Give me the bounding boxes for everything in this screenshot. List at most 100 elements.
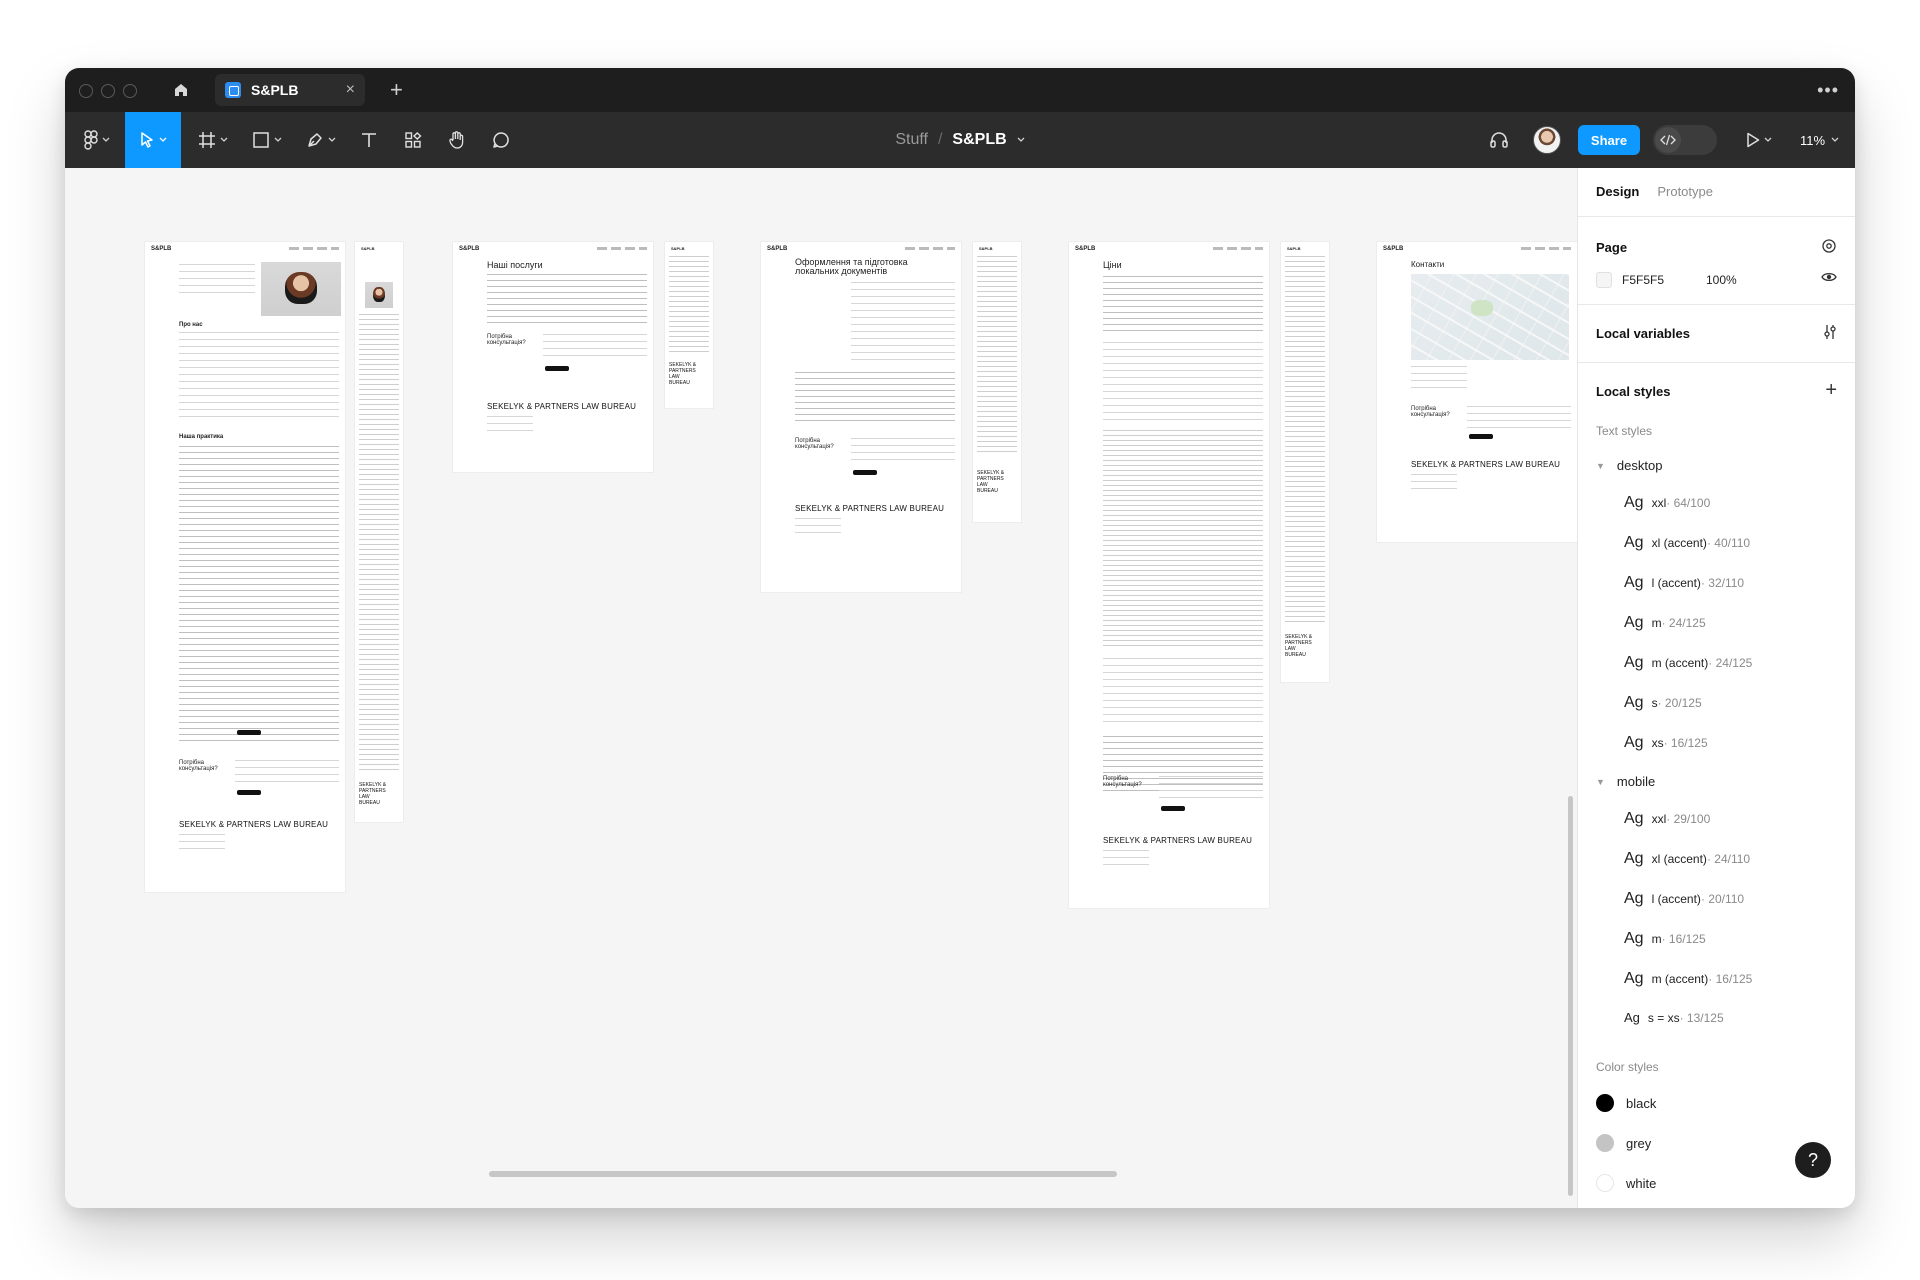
text-style-spec: · 29/100 xyxy=(1666,812,1711,826)
text-style-row[interactable]: Ag xs · 16/125 xyxy=(1624,734,1708,752)
breadcrumb-file[interactable]: S&PLB xyxy=(952,131,1006,149)
new-tab-button[interactable]: + xyxy=(390,74,403,106)
dev-mode-toggle[interactable] xyxy=(1653,125,1717,155)
style-group-desktop[interactable]: ▼ desktop xyxy=(1596,458,1662,473)
frame-documents-desktop[interactable]: S&PLB Оформлення та підготовка локальних… xyxy=(761,242,961,592)
frame-logo: S&PLB xyxy=(1287,246,1301,251)
page-color-swatch[interactable] xyxy=(1596,272,1612,288)
text-style-row[interactable]: Ag m (accent) · 24/125 xyxy=(1624,654,1752,672)
frame-nav xyxy=(597,247,647,250)
frame-prices-mobile[interactable]: S&PLB SEKELYK & PARTNERS LAW BUREAU xyxy=(1281,242,1329,682)
page-color-value[interactable]: F5F5F5 xyxy=(1622,273,1706,287)
share-button[interactable]: Share xyxy=(1578,125,1640,155)
more-icon[interactable]: ••• xyxy=(1817,74,1839,106)
page-color-row[interactable]: F5F5F5 100% xyxy=(1596,272,1737,288)
help-button[interactable]: ? xyxy=(1795,1142,1831,1178)
styles-icon[interactable] xyxy=(1821,238,1837,259)
chevron-down-icon xyxy=(1764,137,1772,142)
canvas[interactable]: S&PLB Про нас Наша практика Потрібна кон… xyxy=(65,168,1577,1208)
plus-icon[interactable]: + xyxy=(1825,380,1837,400)
play-icon xyxy=(1747,132,1760,148)
color-style-row[interactable]: black xyxy=(1596,1094,1656,1112)
text-style-row[interactable]: Ag m · 24/125 xyxy=(1624,614,1706,632)
code-icon xyxy=(1655,127,1681,153)
text-styles-title: Text styles xyxy=(1596,424,1653,438)
text-style-name: xxl xyxy=(1651,496,1667,510)
frame-contacts-desktop[interactable]: S&PLB Контакти Потрібна консультація? SE… xyxy=(1377,242,1577,542)
local-variables-title[interactable]: Local variables xyxy=(1596,326,1690,341)
page-opacity-value[interactable]: 100% xyxy=(1706,273,1737,287)
color-style-row[interactable]: grey xyxy=(1596,1134,1651,1152)
vertical-scrollbar[interactable] xyxy=(1568,796,1573,1196)
text-style-name: xl (accent) xyxy=(1651,536,1707,550)
text-style-row[interactable]: Ag xxl · 64/100 xyxy=(1624,494,1710,512)
close-tab-icon[interactable]: × xyxy=(346,81,355,99)
tab-prototype[interactable]: Prototype xyxy=(1657,184,1713,199)
text-style-row[interactable]: Ag m · 16/125 xyxy=(1624,930,1706,948)
frame-section-title: Потрібна консультація? xyxy=(179,760,218,772)
text-style-preview: Ag xyxy=(1624,534,1644,551)
file-tab[interactable]: S&PLB × xyxy=(215,74,365,106)
home-icon[interactable] xyxy=(167,76,195,104)
window-zoom-control[interactable] xyxy=(123,84,137,98)
text-style-spec: · 24/110 xyxy=(1706,852,1751,866)
text-style-row[interactable]: Ag s = xs · 13/125 xyxy=(1624,1010,1724,1025)
frame-section-title: Наші послуги xyxy=(487,260,543,270)
frame-brand-name: SEKELYK & PARTNERS LAW BUREAU xyxy=(1411,460,1561,469)
frame-about-mobile[interactable]: S&PLB SEKELYK & PARTNERS LAW BUREAU xyxy=(355,242,403,822)
frame-section-title: Ціни xyxy=(1103,260,1122,270)
frame-services-mobile[interactable]: S&PLB SEKELYK & PARTNERS LAW BUREAU xyxy=(665,242,713,408)
breadcrumb-project[interactable]: Stuff xyxy=(895,131,928,149)
frame-nav xyxy=(1213,247,1263,250)
frame-documents-mobile[interactable]: S&PLB SEKELYK & PARTNERS LAW BUREAU xyxy=(973,242,1021,522)
frame-services-desktop[interactable]: S&PLB Наші послуги Потрібна консультація… xyxy=(453,242,653,472)
text-style-row[interactable]: Ag xl (accent) · 24/110 xyxy=(1624,850,1750,868)
text-style-spec: · 13/125 xyxy=(1679,1011,1724,1025)
window-close-control[interactable] xyxy=(79,84,93,98)
text-style-row[interactable]: Ag xxl · 29/100 xyxy=(1624,810,1710,828)
frame-text-block xyxy=(359,314,399,774)
text-style-row[interactable]: Ag xl (accent) · 40/110 xyxy=(1624,534,1750,552)
text-style-row[interactable]: Ag s · 20/125 xyxy=(1624,694,1702,712)
frame-logo: S&PLB xyxy=(1075,246,1096,252)
horizontal-scrollbar[interactable] xyxy=(489,1171,1117,1177)
frame-text-block xyxy=(487,416,533,436)
frame-text-block xyxy=(1285,256,1325,626)
present-button[interactable] xyxy=(1733,112,1785,168)
window-minimize-control[interactable] xyxy=(101,84,115,98)
text-style-spec: · 64/100 xyxy=(1666,496,1711,510)
frame-list-block xyxy=(179,446,339,746)
frame-logo: S&PLB xyxy=(459,246,480,252)
frame-section-title: Потрібна консультація? xyxy=(1103,776,1142,788)
text-style-preview: Ag xyxy=(1624,654,1644,671)
text-style-name: m xyxy=(1651,616,1662,630)
text-style-row[interactable]: Ag l (accent) · 20/110 xyxy=(1624,890,1744,908)
avatar[interactable] xyxy=(1533,126,1561,154)
local-styles-title: Local styles xyxy=(1596,384,1671,399)
frame-button xyxy=(545,366,569,371)
zoom-menu[interactable]: 11% xyxy=(1800,112,1839,168)
frame-section-title: Оформлення та підготовка локальних докум… xyxy=(795,257,908,276)
frame-section-title: Потрібна консультація? xyxy=(1411,406,1450,418)
chevron-down-icon: ▼ xyxy=(1596,776,1605,787)
frame-about-desktop[interactable]: S&PLB Про нас Наша практика Потрібна кон… xyxy=(145,242,345,892)
chevron-down-icon[interactable] xyxy=(1017,137,1025,143)
frame-prices-desktop[interactable]: S&PLB Ціни Потрібна консультація? SEKELY… xyxy=(1069,242,1269,908)
frame-brand-name: SEKELYK & PARTNERS LAW BUREAU xyxy=(1103,836,1253,845)
eye-icon[interactable] xyxy=(1821,270,1837,288)
frame-text-block xyxy=(1103,658,1263,728)
color-style-row[interactable]: white xyxy=(1596,1174,1656,1192)
frame-logo: S&PLB xyxy=(767,246,788,252)
frame-button xyxy=(237,790,261,795)
frame-button xyxy=(1469,434,1493,439)
frame-text-block xyxy=(851,282,955,362)
text-style-row[interactable]: Ag l (accent) · 32/110 xyxy=(1624,574,1744,592)
tab-design[interactable]: Design xyxy=(1596,184,1639,199)
audio-call-button[interactable] xyxy=(1481,112,1517,168)
frame-button xyxy=(853,470,877,475)
variables-icon[interactable] xyxy=(1823,324,1837,345)
frame-list-block xyxy=(487,274,647,324)
style-group-mobile[interactable]: ▼ mobile xyxy=(1596,774,1655,789)
frame-map-image xyxy=(1411,274,1569,360)
text-style-row[interactable]: Ag m (accent) · 16/125 xyxy=(1624,970,1752,988)
